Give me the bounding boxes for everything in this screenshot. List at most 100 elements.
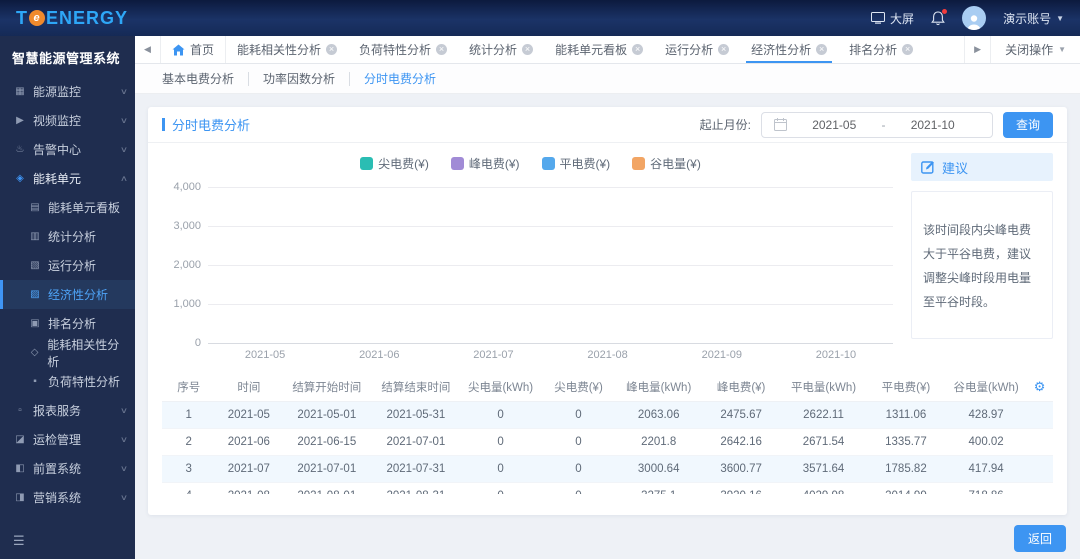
suggestion-box: 建议 该时间段内尖峰电费大于平谷电费，建议调整尖峰时段用电量至平谷时段。 [911, 153, 1053, 361]
table-cell: 2021-08-31 [371, 482, 461, 494]
table-row[interactable]: 42021-082021-08-012021-08-31003275.13920… [162, 482, 1053, 494]
legend-item-valley[interactable]: 谷电量(¥) [632, 155, 701, 172]
date-end-value: 2021-10 [910, 117, 955, 132]
y-tick: 1,000 [173, 298, 201, 310]
table-cell: 3275.1 [616, 482, 702, 494]
close-operations-dropdown[interactable]: 关闭操作 ▼ [990, 36, 1080, 63]
tab-home[interactable]: 首页 [161, 36, 227, 63]
person-icon [967, 15, 981, 30]
y-tick: 2,000 [173, 259, 201, 271]
table-cell: 2021-07-31 [371, 455, 461, 483]
close-icon[interactable]: × [816, 44, 828, 55]
sidebar-item-statistic-analysis[interactable]: ▥ 统计分析 [0, 222, 135, 251]
legend-item-peak-fee[interactable]: 峰电费(¥) [450, 155, 520, 172]
col-header: 时间 [215, 373, 283, 402]
sidebar-app-title: 智慧能源管理系统 [12, 51, 121, 66]
table-cell: 4 [162, 482, 216, 494]
table-row[interactable]: 1 2021-05 2021-05-01 2021-05-31 0 0 2063.06 247… [162, 401, 1053, 429]
close-icon[interactable]: × [632, 44, 644, 55]
notification-bell-button[interactable] [931, 8, 948, 26]
tab-load-characteristic[interactable]: 负荷特性分析 × [348, 36, 458, 63]
plot-area [208, 187, 893, 343]
y-tick: 0 [194, 337, 201, 349]
month-range-picker[interactable]: 2021-05 - 2021-10 [760, 111, 993, 138]
sidebar-item-correlation-analysis[interactable]: ◇ 能耗相关性分析 [0, 338, 135, 369]
table-cell: 0 [540, 455, 617, 483]
sidebar-item-marketing-system[interactable]: ◨ 营销系统 ∨ [0, 483, 135, 512]
operation-icon: ▧ [30, 260, 40, 271]
x-axis-line [208, 343, 893, 344]
dashboard-icon: ▤ [30, 202, 40, 213]
sidebar: 智慧能源管理系统 ▦ 能源监控 ∨ ▶ 视频监控 ∨ ♨ 告警中心 ∨ ◈ 能耗单元 ∧ ▤ 能耗… [0, 36, 135, 559]
table-settings-gear-icon[interactable]: ⚙ [1034, 379, 1046, 394]
account-menu[interactable]: 演示账号 ▼ [1003, 10, 1064, 27]
table-cell: 2021-05-01 [282, 401, 372, 429]
col-header: 谷电量(kWh) [946, 373, 1027, 402]
table-cell: 0 [540, 482, 617, 494]
data-table-container: 序号 时间 结算开始时间 结算结束时间 尖电量(kWh) 尖电费(¥) 峰电量(… [162, 373, 1053, 494]
sidebar-item-economic-analysis[interactable]: ▨ 经济性分析 [0, 280, 135, 309]
tab-unit-board[interactable]: 能耗单元看板 × [544, 36, 654, 63]
date-start-value: 2021-05 [812, 117, 857, 132]
close-icon[interactable]: × [718, 44, 730, 55]
load-icon: ▪ [33, 376, 37, 387]
tabs-scroll-right-button[interactable]: ▶ [964, 36, 990, 63]
table-row[interactable]: 3 2021-07 2021-07-01 2021-07-31 0 0 3000.64 360… [162, 455, 1053, 483]
tab-label: 排名分析 [849, 43, 898, 57]
close-icon[interactable]: × [522, 44, 534, 55]
shield-icon: ◇ [30, 347, 39, 358]
chevron-down-icon: ∨ [119, 493, 129, 502]
col-header: 平电量(kWh) [781, 373, 866, 402]
video-monitor-icon: ▶ [16, 115, 24, 126]
query-button[interactable]: 查询 [1002, 111, 1053, 138]
table-cell: 1 [162, 401, 216, 429]
tab-statistics[interactable]: 统计分析 × [458, 36, 544, 63]
sidebar-item-video-monitor[interactable]: ▶ 视频监控 ∨ [0, 106, 135, 135]
tabs-scroll-left-button[interactable]: ◀ [135, 36, 161, 63]
sidebar-item-alarm-center[interactable]: ♨ 告警中心 ∨ [0, 135, 135, 164]
sidebar-item-operation-analysis[interactable]: ▧ 运行分析 [0, 251, 135, 280]
legend-item-flat-fee[interactable]: 平电费(¥) [541, 155, 610, 172]
sidebar-menu: ▦ 能源监控 ∨ ▶ 视频监控 ∨ ♨ 告警中心 ∨ ◈ 能耗单元 ∧ ▤ 能耗单元看板 ▥ 统计分… [0, 77, 135, 533]
close-icon[interactable]: × [436, 44, 448, 55]
legend-item-sharp-fee[interactable]: 尖电费(¥) [360, 155, 429, 172]
sidebar-item-report-service[interactable]: ▫ 报表服务 ∨ [0, 396, 135, 425]
sidebar-item-front-system[interactable]: ◧ 前置系统 ∨ [0, 454, 135, 483]
close-icon[interactable]: × [902, 44, 914, 55]
legend-swatch [541, 156, 555, 170]
chevron-down-icon: ∨ [119, 87, 129, 96]
legend-swatch [450, 156, 464, 170]
statistics-icon: ▥ [30, 231, 40, 242]
table-cell: 2021-06 [215, 428, 283, 456]
sidebar-collapse-button[interactable]: ☰ [0, 533, 135, 559]
subtab-basic-fee[interactable]: 基本电费分析 [148, 72, 248, 86]
user-avatar[interactable] [962, 6, 987, 30]
table-cell: 1785.82 [865, 455, 947, 483]
sidebar-item-maintenance[interactable]: ◪ 运检管理 ∨ [0, 425, 135, 454]
economic-icon: ▨ [30, 289, 40, 300]
chevron-down-icon: ∨ [119, 145, 129, 154]
sidebar-item-load-analysis[interactable]: ▪ 负荷特性分析 [0, 367, 135, 396]
energy-unit-icon: ◈ [16, 173, 24, 184]
chart-legend: 尖电费(¥) 峰电费(¥) 平电费(¥) 谷电量(¥) [162, 153, 899, 173]
tab-operation[interactable]: 运行分析 × [654, 36, 740, 63]
close-icon[interactable]: × [326, 44, 338, 55]
app-logo: Te ENERGY [16, 8, 128, 29]
table-cell: 2 [162, 428, 216, 456]
table-row[interactable]: 2 2021-06 2021-06-15 2021-07-01 0 0 2201.8 2642… [162, 428, 1053, 456]
large-screen-button[interactable]: 大屏 [871, 10, 914, 27]
sidebar-item-unit-board[interactable]: ▤ 能耗单元看板 [0, 193, 135, 222]
table-cell: 718.86 [946, 482, 1027, 494]
tab-economic[interactable]: 经济性分析 × [740, 36, 838, 63]
legend-swatch [360, 156, 374, 170]
tab-ranking[interactable]: 排名分析 × [838, 36, 924, 63]
sidebar-item-energy-monitor[interactable]: ▦ 能源监控 ∨ [0, 77, 135, 106]
marketing-icon: ◨ [15, 492, 25, 503]
subtab-tou-fee[interactable]: 分时电费分析 [349, 71, 450, 86]
sidebar-item-ranking-analysis[interactable]: ▣ 排名分析 [0, 309, 135, 338]
subtab-power-factor[interactable]: 功率因数分析 [248, 71, 349, 86]
table-cell: 2014.99 [865, 482, 947, 494]
back-button[interactable]: 返回 [1013, 524, 1066, 552]
tab-energy-correlation[interactable]: 能耗相关性分析 × [226, 36, 348, 63]
sidebar-item-energy-unit[interactable]: ◈ 能耗单元 ∧ [0, 164, 135, 193]
